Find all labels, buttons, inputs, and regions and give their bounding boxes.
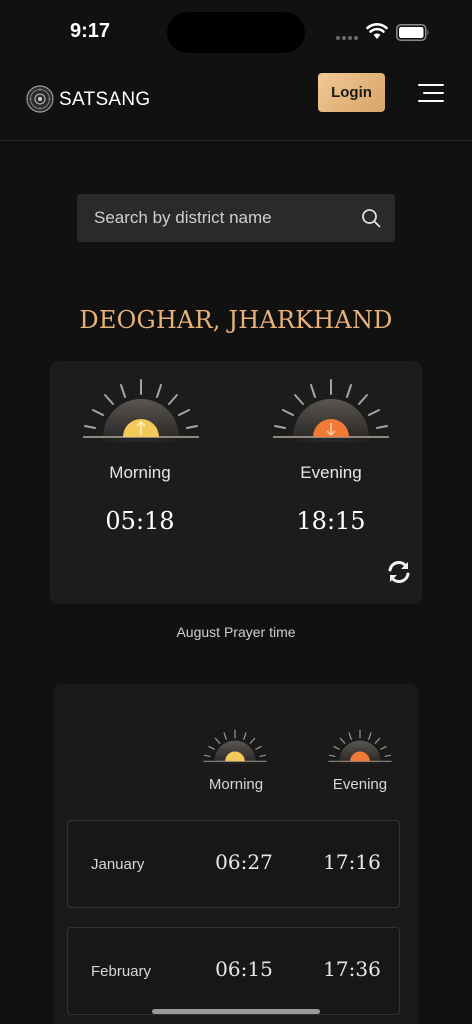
search-bar: [77, 194, 395, 242]
app-header: SATSANG Login: [0, 64, 472, 141]
location-title: DEOGHAR, JHARKHAND: [79, 306, 393, 334]
search-icon[interactable]: [361, 208, 381, 228]
satsang-emblem-icon[interactable]: [26, 85, 54, 113]
table-row: January 06:27 17:16: [67, 820, 400, 908]
refresh-icon[interactable]: [386, 560, 412, 584]
dynamic-island: [167, 12, 305, 53]
morning-label: Morning: [109, 463, 171, 482]
search-input[interactable]: [77, 194, 347, 242]
morning-time: 06:27: [215, 850, 273, 874]
month-name: January: [91, 856, 145, 873]
sunset-icon: [327, 729, 393, 764]
battery-icon: [396, 24, 429, 41]
status-time: 9:17: [70, 20, 111, 42]
evening-time: 18:15: [296, 507, 366, 535]
status-bar: 9:17: [0, 0, 472, 64]
month-prayer-note: August Prayer time: [176, 624, 296, 640]
morning-time: 05:18: [105, 507, 175, 535]
sunrise-icon: [202, 729, 268, 764]
evening-time: 17:16: [323, 850, 381, 874]
table-row: February 06:15 17:36: [67, 927, 400, 1015]
sunrise-icon: [82, 379, 200, 442]
login-button[interactable]: Login: [318, 73, 385, 112]
signal-icon: [336, 36, 360, 40]
brand-name[interactable]: SATSANG: [59, 89, 151, 111]
month-name: February: [91, 963, 152, 980]
morning-time: 06:15: [215, 957, 273, 981]
sunset-icon: [272, 379, 390, 442]
home-indicator[interactable]: [152, 1009, 320, 1014]
hamburger-menu-icon[interactable]: [416, 84, 444, 106]
evening-time: 17:36: [323, 957, 381, 981]
evening-label: Evening: [300, 463, 362, 482]
column-morning: Morning: [208, 776, 264, 793]
column-evening: Evening: [332, 776, 388, 793]
wifi-icon: [366, 23, 388, 39]
